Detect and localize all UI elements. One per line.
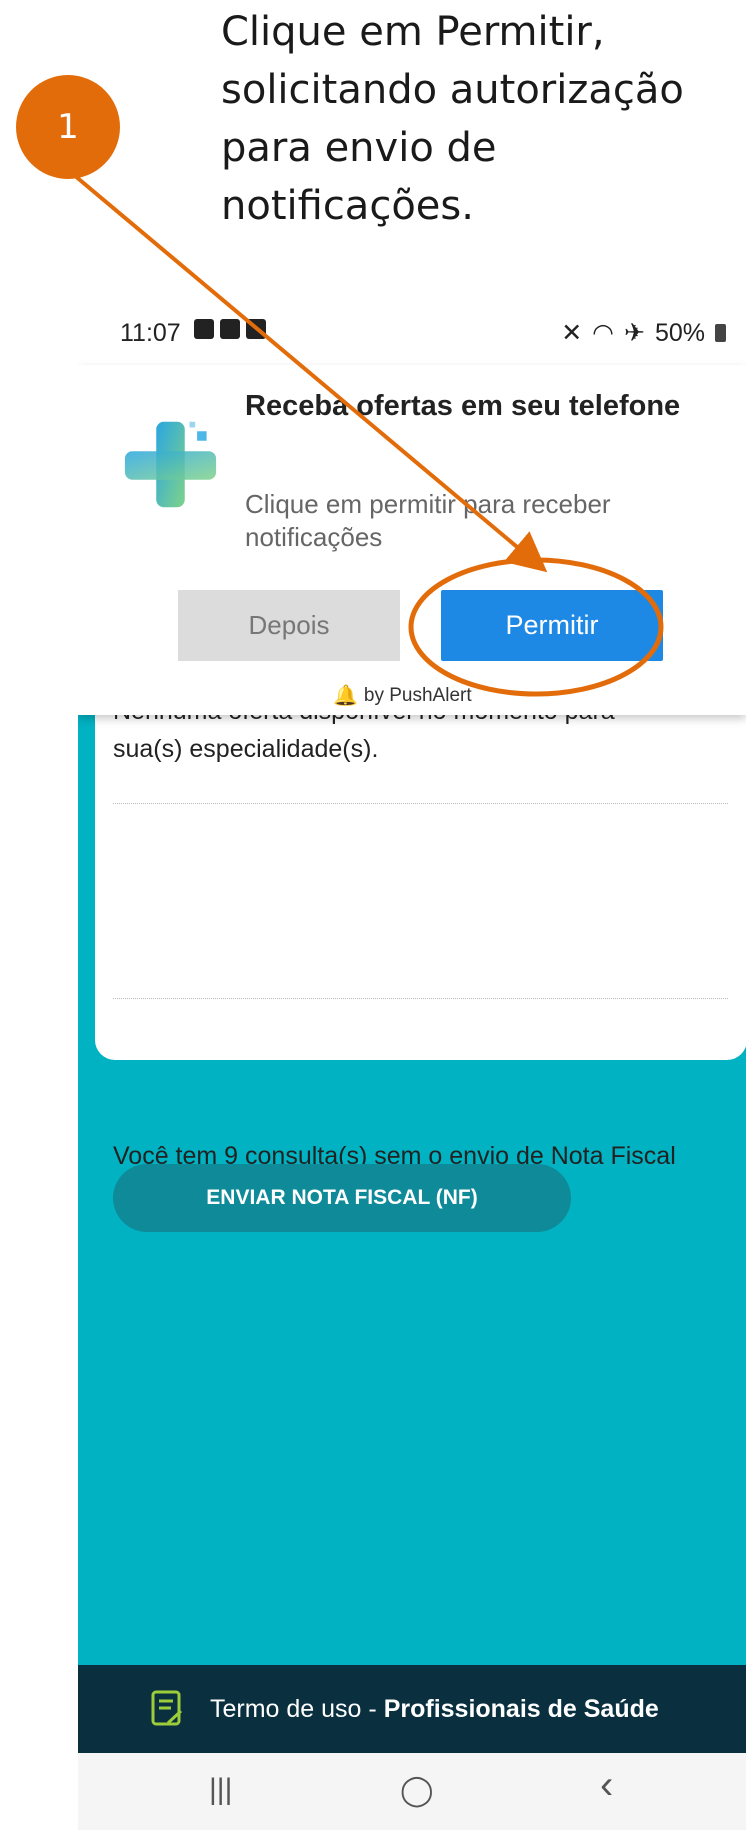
instruction-line: Clique em Permitir, bbox=[221, 9, 605, 55]
terms-prefix: Termo de uso - bbox=[210, 1694, 384, 1723]
status-right: ✕ ◠ ✈ 50% bbox=[561, 318, 726, 348]
instruction-line: para envio de bbox=[221, 125, 497, 171]
no-offers-text-line2: sua(s) especialidade(s). bbox=[113, 735, 379, 763]
recent-apps-button[interactable]: ||| bbox=[209, 1773, 232, 1807]
system-navbar: ||| ◯ ‹ bbox=[78, 1753, 746, 1830]
divider bbox=[113, 998, 728, 999]
send-invoice-button[interactable]: ENVIAR NOTA FISCAL (NF) bbox=[113, 1164, 571, 1232]
terms-link[interactable]: Profissionais de Saúde bbox=[384, 1695, 659, 1724]
battery-level: 50% bbox=[654, 318, 705, 347]
divider bbox=[113, 803, 728, 804]
home-button[interactable]: ◯ bbox=[400, 1773, 434, 1808]
instruction-line: solicitando autorização bbox=[221, 67, 684, 113]
later-button[interactable]: Depois bbox=[178, 590, 400, 661]
notification-permission-popup: Receba ofertas em seu telefone Clique em… bbox=[78, 365, 746, 715]
mute-icon: ✕ bbox=[561, 319, 583, 347]
bell-icon: 🔔 bbox=[333, 685, 358, 707]
document-edit-icon bbox=[151, 1690, 183, 1726]
battery-icon bbox=[715, 324, 726, 342]
status-time: 11:07 bbox=[120, 319, 181, 347]
voicemail-icon bbox=[246, 319, 266, 339]
instruction-text: Clique em Permitir, solicitando autoriza… bbox=[221, 3, 741, 235]
popup-message: Clique em permitir para receber notifica… bbox=[245, 489, 611, 552]
instruction-line: notificações. bbox=[221, 183, 474, 229]
step-number-badge: 1 bbox=[16, 75, 120, 179]
allow-button[interactable]: Permitir bbox=[441, 590, 663, 661]
wifi-icon: ◠ bbox=[592, 319, 614, 347]
terms-footer[interactable]: Termo de uso - Profissionais de Saúde bbox=[78, 1665, 746, 1753]
status-bar: 11:07 ✕ ◠ ✈ 50% bbox=[78, 300, 746, 365]
popup-title: Receba ofertas em seu telefone bbox=[245, 390, 681, 422]
voicemail-icon bbox=[220, 319, 240, 339]
notification-icons bbox=[194, 319, 266, 339]
app-logo-icon bbox=[124, 421, 217, 508]
back-button[interactable]: ‹ bbox=[600, 1763, 613, 1808]
airplane-icon: ✈ bbox=[624, 319, 645, 347]
powered-by-text: by PushAlert bbox=[363, 684, 472, 706]
pushalert-credit: 🔔 by PushAlert bbox=[333, 683, 472, 708]
image-icon bbox=[194, 319, 214, 339]
phone-screen: 11:07 ✕ ◠ ✈ 50% Nenhuma oferta disponíve… bbox=[78, 300, 746, 1830]
